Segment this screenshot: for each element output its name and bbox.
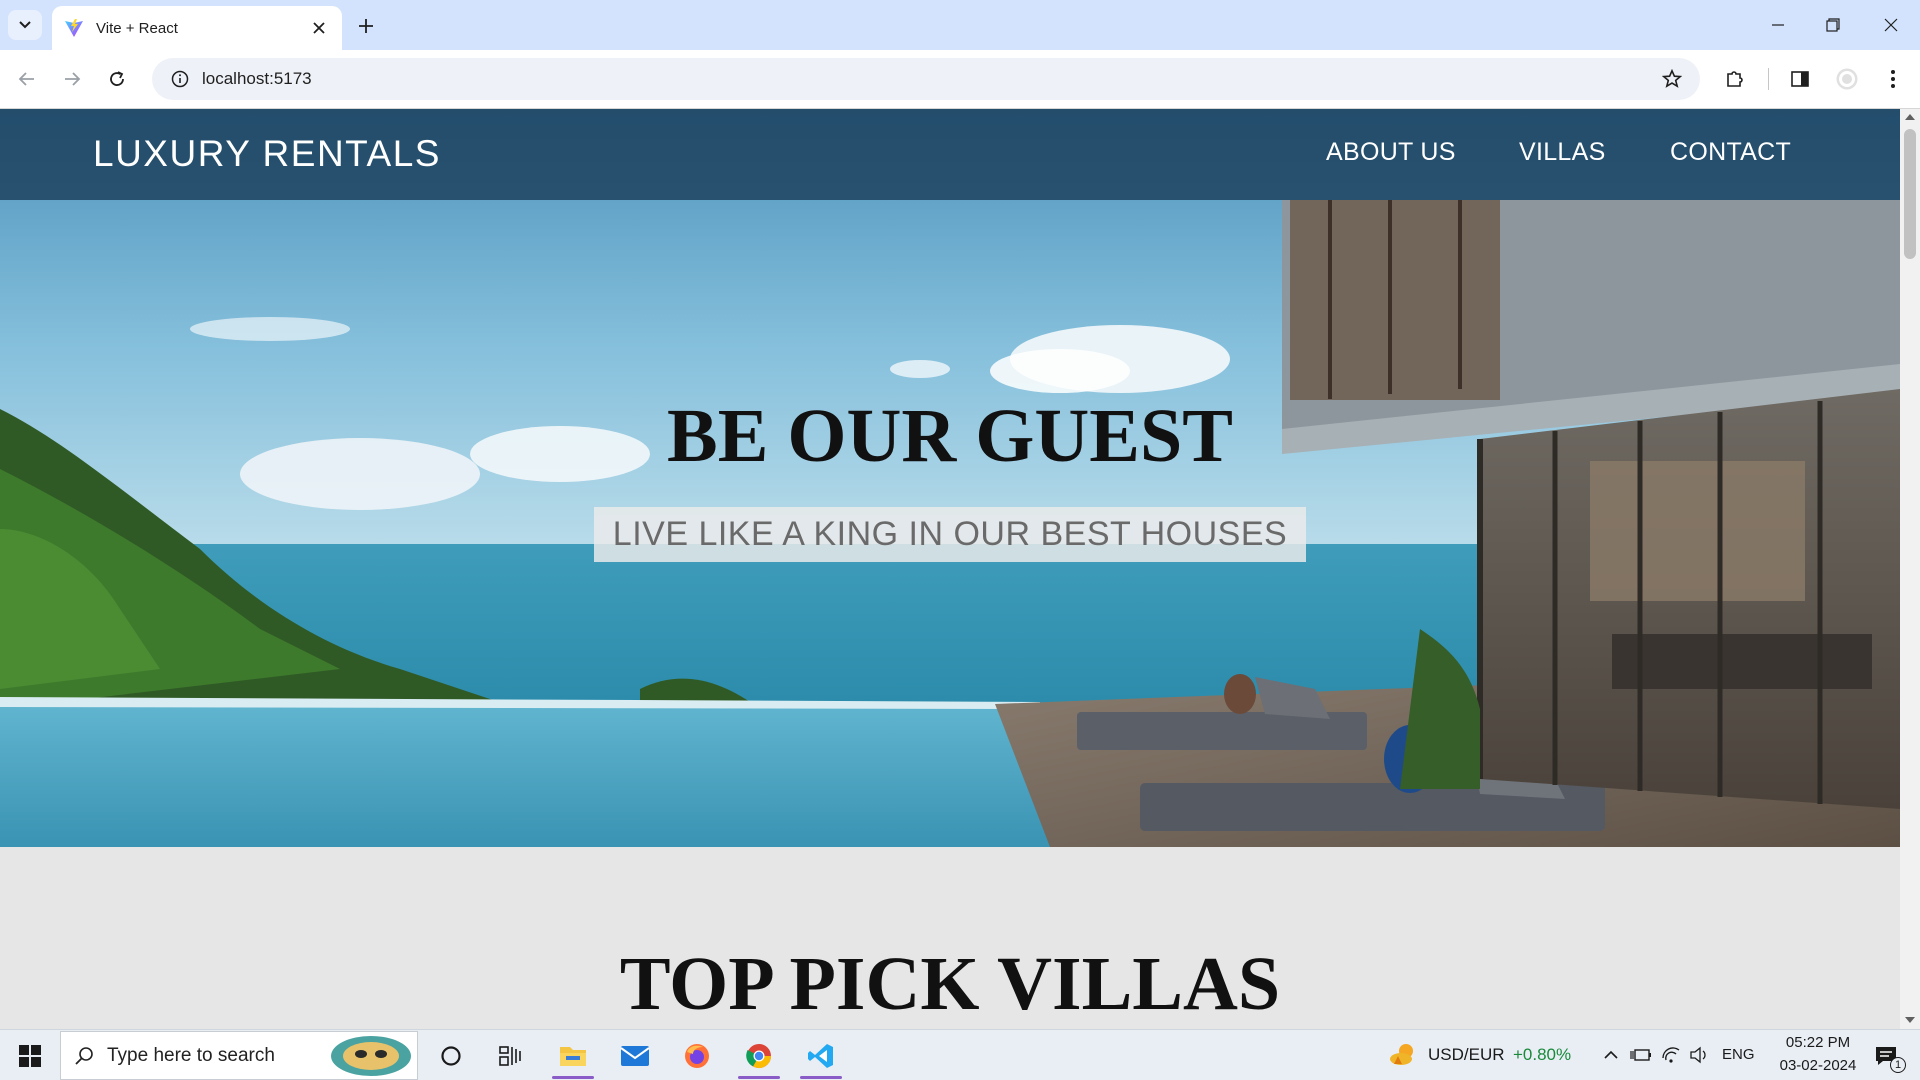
tab-title: Vite + React — [96, 19, 178, 37]
firefox-icon — [685, 1044, 709, 1068]
cortana-button[interactable] — [424, 1033, 478, 1079]
new-tab-button[interactable] — [352, 12, 380, 40]
browser-menu-button[interactable] — [1876, 62, 1910, 96]
scroll-up-arrow-icon[interactable] — [1905, 114, 1915, 120]
address-bar[interactable]: localhost:5173 — [152, 58, 1700, 100]
mail-icon — [620, 1046, 650, 1066]
taskbar-app-vscode[interactable] — [794, 1033, 848, 1079]
notification-badge: 1 — [1890, 1057, 1906, 1073]
site-brand-logo[interactable]: LUXURY RENTALS — [93, 133, 441, 175]
notification-center-button[interactable]: 1 — [1870, 1041, 1906, 1073]
puzzle-icon — [1727, 71, 1743, 87]
hero-title: BE OUR GUEST — [667, 394, 1233, 478]
reload-button[interactable] — [100, 62, 134, 96]
toolbar-separator — [1768, 68, 1769, 90]
browser-tab-strip: Vite + React — [0, 0, 1920, 50]
site-header: LUXURY RENTALS ABOUT US VILLAS CONTACT — [0, 109, 1900, 200]
windows-taskbar: Type here to search USD/EUR +0.80% ENG 0… — [0, 1029, 1920, 1080]
scrollbar-thumb[interactable] — [1904, 129, 1916, 259]
app-running-indicator — [800, 1076, 842, 1079]
section-title-top-picks: TOP PICK VILLAS — [619, 942, 1281, 1026]
taskbar-search-box[interactable]: Type here to search — [60, 1031, 418, 1080]
folder-icon — [560, 1047, 586, 1066]
volume-icon[interactable] — [1688, 1044, 1710, 1066]
taskbar-app-mail[interactable] — [608, 1033, 662, 1079]
side-panel-button[interactable] — [1783, 62, 1817, 96]
page-scrollbar[interactable] — [1900, 109, 1920, 1029]
reload-icon — [110, 71, 124, 86]
chevron-down-icon — [19, 21, 31, 29]
active-tab[interactable]: Vite + React — [52, 6, 342, 50]
minimize-button[interactable] — [1755, 8, 1801, 42]
star-icon — [1662, 69, 1682, 88]
nav-item-about-us[interactable]: ABOUT US — [1326, 138, 1456, 167]
search-icon — [61, 1046, 107, 1066]
tab-search-button[interactable] — [8, 10, 42, 40]
back-button[interactable] — [10, 62, 44, 96]
task-view-icon — [499, 1046, 521, 1066]
chrome-icon — [746, 1044, 771, 1069]
plus-icon — [359, 19, 373, 33]
cortana-circle-icon — [441, 1046, 461, 1066]
search-placeholder: Type here to search — [107, 1044, 275, 1066]
weather-widget-icon[interactable] — [1388, 1042, 1418, 1068]
nav-item-contact[interactable]: CONTACT — [1670, 138, 1791, 167]
minimize-icon — [1772, 24, 1784, 26]
wifi-icon[interactable] — [1660, 1044, 1682, 1066]
site-info-button[interactable] — [160, 70, 200, 88]
extensions-button[interactable] — [1718, 62, 1752, 96]
clock-date[interactable]: 03-02-2024 — [1772, 1057, 1864, 1074]
close-icon — [313, 22, 325, 34]
info-icon — [171, 70, 189, 88]
windows-logo-icon — [19, 1045, 41, 1067]
side-panel-icon — [1791, 71, 1809, 87]
app-running-indicator — [552, 1076, 594, 1079]
chevron-up-icon — [1604, 1050, 1618, 1059]
close-icon — [1884, 18, 1898, 32]
scroll-down-arrow-icon[interactable] — [1905, 1017, 1915, 1023]
battery-icon[interactable] — [1630, 1044, 1652, 1066]
ticker-label[interactable]: USD/EUR — [1428, 1045, 1505, 1065]
vscode-icon — [808, 1044, 833, 1068]
hero-subtitle: LIVE LIKE A KING IN OUR BEST HOUSES — [593, 507, 1307, 562]
forward-button[interactable] — [55, 62, 89, 96]
show-hidden-icons-button[interactable] — [1600, 1044, 1622, 1066]
language-indicator[interactable]: ENG — [1722, 1046, 1755, 1063]
url-text[interactable]: localhost:5173 — [202, 69, 1652, 89]
profile-button[interactable] — [1830, 62, 1864, 96]
taskbar-app-chrome[interactable] — [732, 1033, 786, 1079]
more-vertical-icon — [1891, 70, 1895, 88]
hero-section: LUXURY RENTALS ABOUT US VILLAS CONTACT B… — [0, 109, 1900, 847]
search-highlight-mask-icon — [331, 1036, 411, 1076]
page-viewport: LUXURY RENTALS ABOUT US VILLAS CONTACT B… — [0, 109, 1900, 1029]
arrow-right-icon — [65, 72, 81, 86]
start-button[interactable] — [10, 1040, 50, 1072]
tab-close-button[interactable] — [308, 17, 330, 39]
app-running-indicator — [738, 1076, 780, 1079]
taskbar-app-file-explorer[interactable] — [546, 1033, 600, 1079]
clock-time[interactable]: 05:22 PM — [1778, 1034, 1858, 1051]
restore-button[interactable] — [1810, 8, 1856, 42]
nav-item-villas[interactable]: VILLAS — [1519, 138, 1606, 167]
taskbar-app-firefox[interactable] — [670, 1033, 724, 1079]
bookmark-button[interactable] — [1652, 69, 1692, 89]
arrow-left-icon — [18, 72, 34, 86]
browser-toolbar: localhost:5173 — [0, 50, 1920, 109]
restore-icon — [1826, 18, 1840, 32]
hero-subtitle-container: LIVE LIKE A KING IN OUR BEST HOUSES — [0, 507, 1900, 562]
vite-logo-icon — [65, 19, 83, 37]
avatar-icon — [1836, 68, 1858, 90]
close-window-button[interactable] — [1868, 8, 1914, 42]
ticker-change[interactable]: +0.80% — [1513, 1045, 1571, 1065]
task-view-button[interactable] — [483, 1033, 537, 1079]
